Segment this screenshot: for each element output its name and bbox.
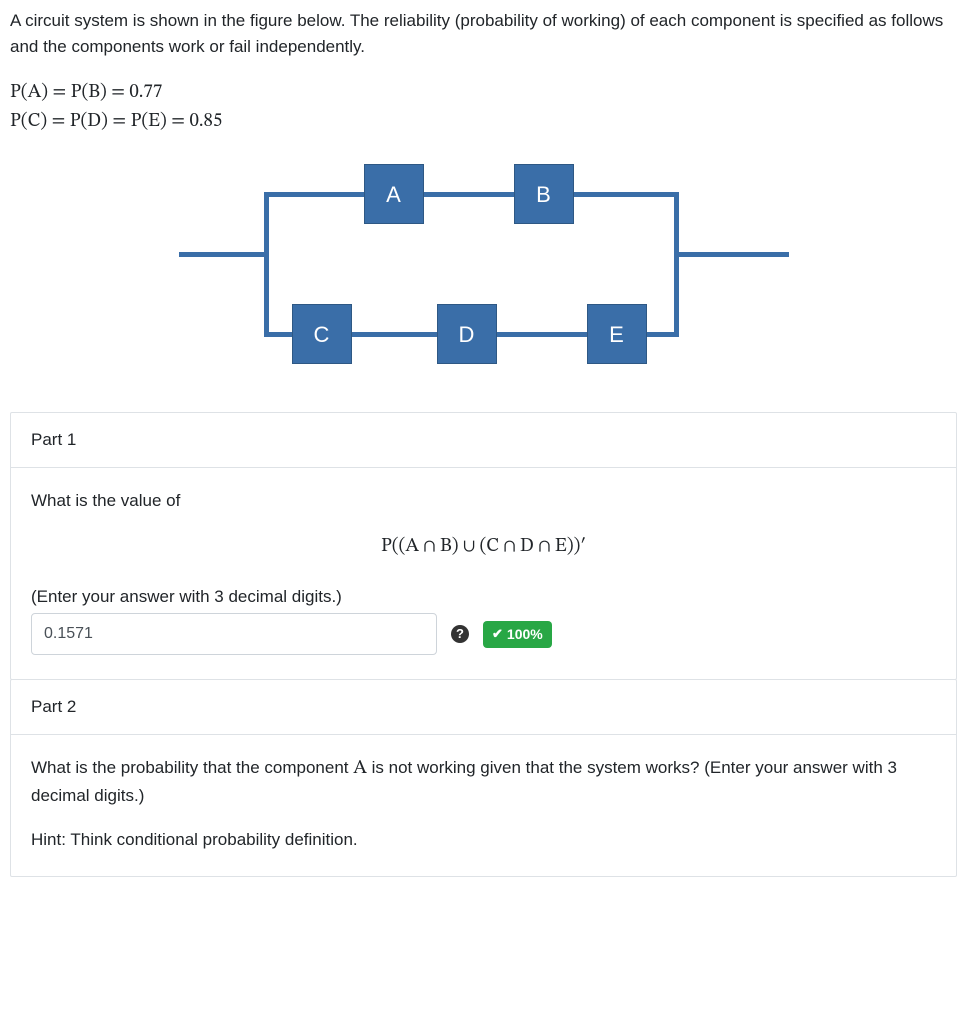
part2-header[interactable]: Part 2: [11, 680, 956, 735]
prob-line-2: P(C) = P(D) = P(E) = 0.85: [10, 108, 957, 137]
part2-question-var: A: [353, 759, 367, 778]
circuit-diagram: A B C D E: [179, 172, 789, 372]
part1-prompt: What is the value of: [31, 488, 936, 514]
component-c: C: [292, 304, 352, 364]
component-d: D: [437, 304, 497, 364]
component-a: A: [364, 164, 424, 224]
score-value: 100%: [507, 624, 543, 645]
prob-line-1: P(A) = P(B) = 0.77: [10, 79, 957, 108]
score-badge: ✔ 100%: [483, 621, 552, 648]
check-icon: ✔: [492, 624, 503, 644]
part1-expression: P((A ∩ B) ∪ (C ∩ D ∩ E))′: [31, 533, 936, 562]
given-probabilities: P(A) = P(B) = 0.77 P(C) = P(D) = P(E) = …: [10, 79, 957, 136]
component-b: B: [514, 164, 574, 224]
part2-question-pre: What is the probability that the compone…: [31, 758, 353, 777]
part2-hint: Hint: Think conditional probability defi…: [31, 827, 936, 853]
problem-intro: A circuit system is shown in the figure …: [10, 8, 957, 59]
help-icon[interactable]: ?: [451, 625, 469, 643]
part2-question: What is the probability that the compone…: [31, 755, 936, 809]
part1-instruction: (Enter your answer with 3 decimal digits…: [31, 584, 936, 610]
part1-card: Part 1 What is the value of P((A ∩ B) ∪ …: [10, 412, 957, 680]
part1-header[interactable]: Part 1: [11, 413, 956, 468]
component-e: E: [587, 304, 647, 364]
part1-answer-input[interactable]: [31, 613, 437, 655]
part2-card: Part 2 What is the probability that the …: [10, 679, 957, 877]
